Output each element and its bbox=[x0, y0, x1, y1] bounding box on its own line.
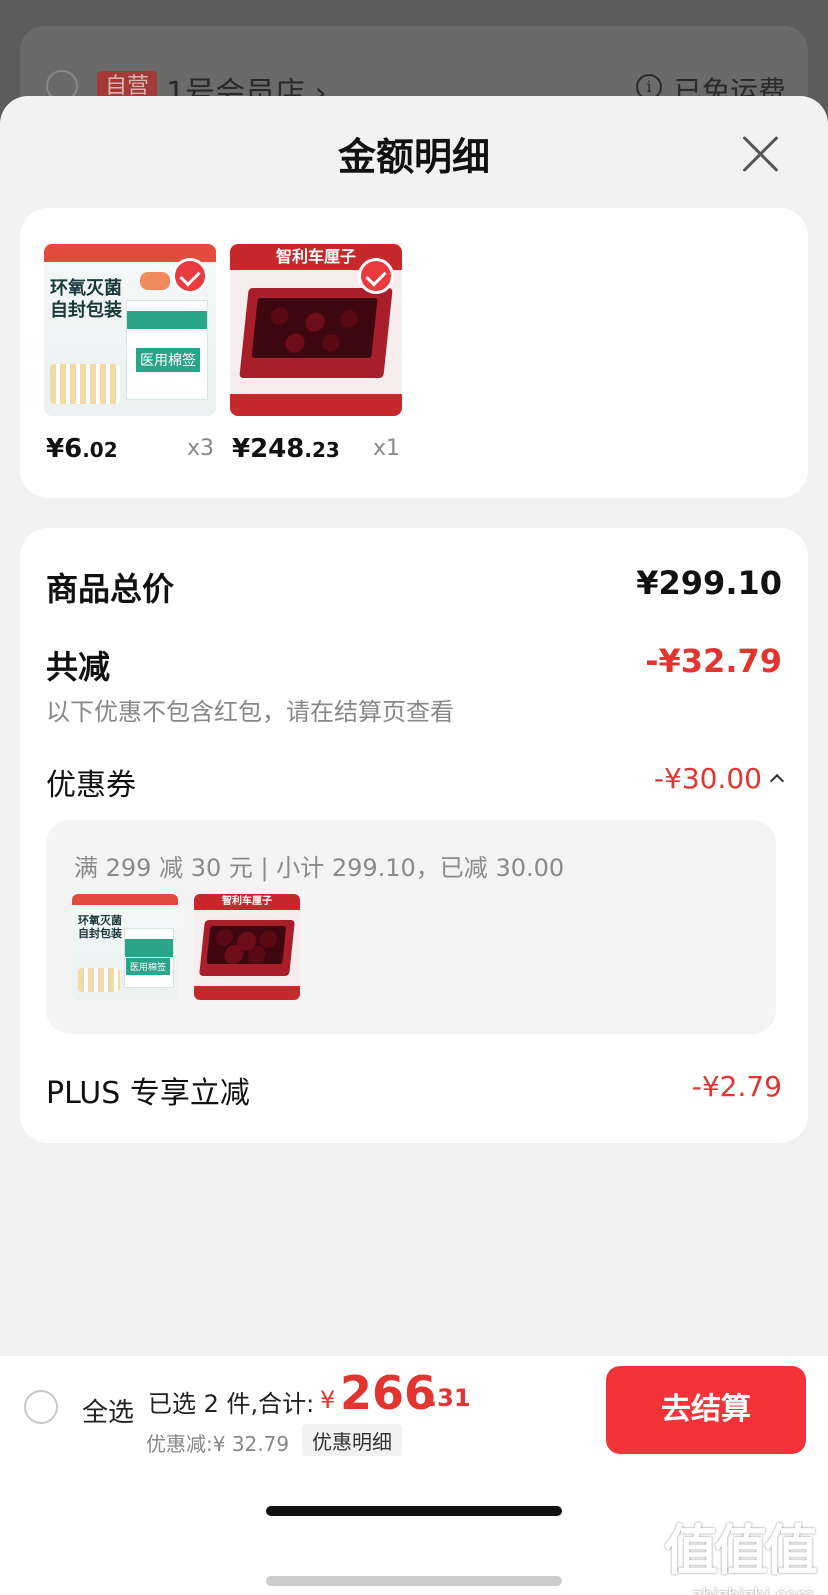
coupon-product-thumb-cotton-swab: 环氧灭菌 自封包装 医用棉签 bbox=[72, 894, 178, 1000]
coupon-toggle[interactable]: -¥30.00 bbox=[653, 762, 785, 795]
home-indicator[interactable] bbox=[266, 1506, 562, 1516]
coupon-label: 优惠券 bbox=[46, 768, 136, 803]
chevron-up-icon bbox=[769, 773, 785, 789]
coupon-detail-box: 满 299 减 30 元 | 小计 299.10，已减 30.00 环氧灭菌 自封… bbox=[46, 820, 776, 1034]
product-quantity: x1 bbox=[372, 436, 400, 461]
check-icon bbox=[172, 258, 208, 294]
select-all-label[interactable]: 全选 bbox=[82, 1392, 134, 1429]
plus-discount-label: PLUS 专享立减 bbox=[46, 1076, 250, 1111]
watermark-logo: 值值值 bbox=[664, 1519, 818, 1582]
product-image-title: 环氧灭菌 自封包装 bbox=[50, 278, 122, 321]
select-all-radio[interactable] bbox=[24, 1390, 58, 1424]
goods-total-value: ¥299.10 bbox=[636, 564, 782, 602]
product-item[interactable]: 环氧灭菌 自封包装 医用棉签 ¥6.02 x3 bbox=[44, 244, 216, 464]
product-item[interactable]: 智利车厘子 ¥248.23 x1 bbox=[230, 244, 402, 464]
total-reduce-label: 共减 bbox=[46, 648, 111, 686]
watermark-url: zhizhizhi.com bbox=[664, 1585, 814, 1595]
amount-detail-sheet: 金额明细 环氧灭菌 自封包装 医用棉签 ¥6.02 x3 智利车厘子 ¥248.… bbox=[0, 96, 828, 1356]
product-quantity: x3 bbox=[186, 436, 214, 461]
total-amount-decimal: .31 bbox=[428, 1384, 471, 1412]
plus-discount-value: -¥2.79 bbox=[691, 1070, 782, 1103]
sheet-title: 金额明细 bbox=[337, 135, 490, 179]
total-amount-integer: 266 bbox=[340, 1366, 437, 1420]
coupon-product-thumb-cherries: 智利车厘子 bbox=[194, 894, 300, 1000]
coupon-value: -¥30.00 bbox=[653, 762, 762, 795]
discount-detail-button[interactable]: 优惠明细 bbox=[302, 1424, 402, 1457]
discount-summary: 优惠减:¥ 32.79 bbox=[146, 1432, 290, 1456]
product-price: ¥248.23 bbox=[232, 434, 340, 464]
close-icon[interactable] bbox=[740, 134, 780, 174]
home-indicator-ghost bbox=[266, 1576, 562, 1586]
watermark: 值值值 zhizhizhi.com bbox=[664, 1506, 818, 1595]
product-image-cherries: 智利车厘子 bbox=[230, 244, 402, 416]
total-currency: ¥ bbox=[320, 1386, 336, 1414]
product-image-label: 医用棉签 bbox=[136, 348, 200, 372]
coupon-detail-text: 满 299 减 30 元 | 小计 299.10，已减 30.00 bbox=[74, 854, 565, 882]
check-icon bbox=[358, 258, 394, 294]
reduce-note: 以下优惠不包含红包，请在结算页查看 bbox=[46, 698, 454, 726]
checkout-button[interactable]: 去结算 bbox=[606, 1366, 806, 1454]
products-card: 环氧灭菌 自封包装 医用棉签 ¥6.02 x3 智利车厘子 ¥248.23 x1 bbox=[20, 208, 808, 498]
selected-count: 已选 2 件,合计: bbox=[148, 1390, 315, 1418]
price-summary-card: 商品总价 ¥299.10 共减 -¥32.79 以下优惠不包含红包，请在结算页查… bbox=[20, 528, 808, 1143]
goods-total-label: 商品总价 bbox=[46, 570, 175, 608]
product-price: ¥6.02 bbox=[46, 434, 118, 464]
total-reduce-value: -¥32.79 bbox=[645, 642, 782, 680]
product-image-cotton-swab: 环氧灭菌 自封包装 医用棉签 bbox=[44, 244, 216, 416]
